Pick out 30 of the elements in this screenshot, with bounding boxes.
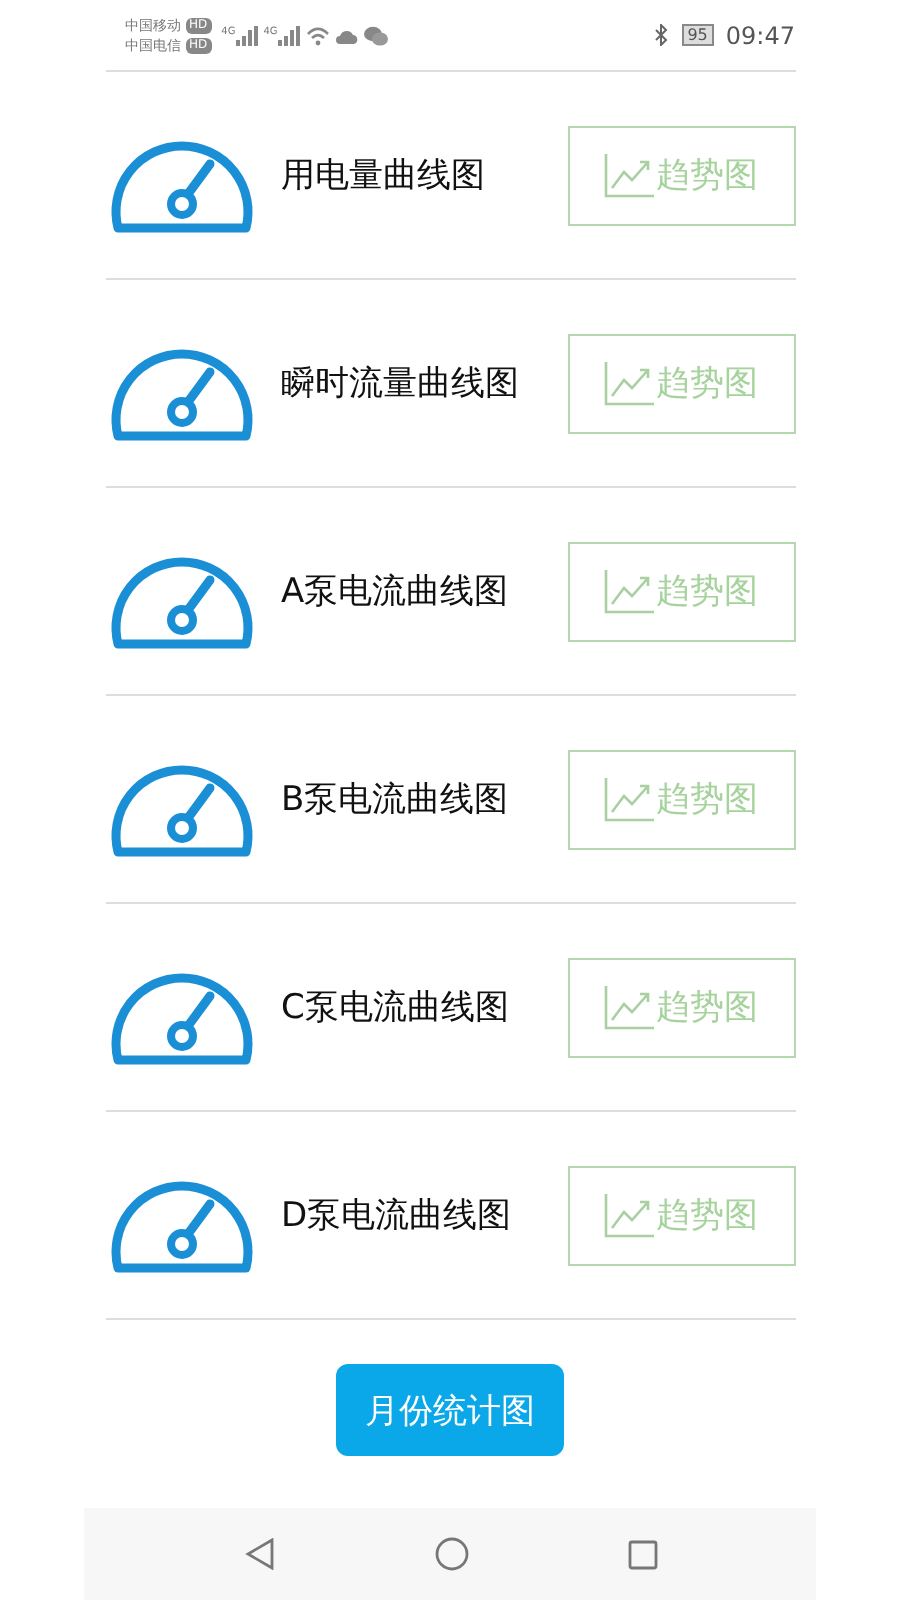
trend-button[interactable]: 趋势图 <box>567 541 795 641</box>
trend-button[interactable]: 趋势图 <box>567 333 795 433</box>
battery-level: 95 <box>681 24 714 46</box>
chart-title: C泵电流曲线图 <box>281 986 511 1030</box>
signal-icon <box>277 25 300 45</box>
signal-icon <box>235 25 258 45</box>
trend-button[interactable]: 趋势图 <box>567 957 795 1057</box>
trend-chart-icon <box>604 1193 656 1237</box>
trend-chart-icon <box>604 985 656 1029</box>
chart-title: A泵电流曲线图 <box>281 570 511 614</box>
trend-chart-icon <box>604 153 656 197</box>
trend-button[interactable]: 趋势图 <box>567 1165 795 1265</box>
cloud-icon <box>335 27 358 43</box>
chart-title: 瞬时流量曲线图 <box>281 362 521 406</box>
trend-chart-icon <box>604 361 656 405</box>
trend-chart-icon <box>604 569 656 613</box>
chart-title: B泵电流曲线图 <box>281 778 511 822</box>
monthly-stats-button[interactable]: 月份统计图 <box>336 1364 564 1456</box>
trend-button[interactable]: 趋势图 <box>567 125 795 225</box>
recents-icon[interactable] <box>627 1539 657 1569</box>
trend-button[interactable]: 趋势图 <box>567 749 795 849</box>
chat-icon <box>363 25 388 45</box>
back-icon[interactable] <box>243 1538 275 1570</box>
home-icon[interactable] <box>433 1536 469 1572</box>
chart-title: D泵电流曲线图 <box>281 1194 514 1238</box>
trend-chart-icon <box>604 777 656 821</box>
wifi-icon <box>305 25 330 45</box>
clock: 09:47 <box>725 21 795 49</box>
chart-title: 用电量曲线图 <box>281 154 487 198</box>
bluetooth-icon <box>653 24 668 46</box>
